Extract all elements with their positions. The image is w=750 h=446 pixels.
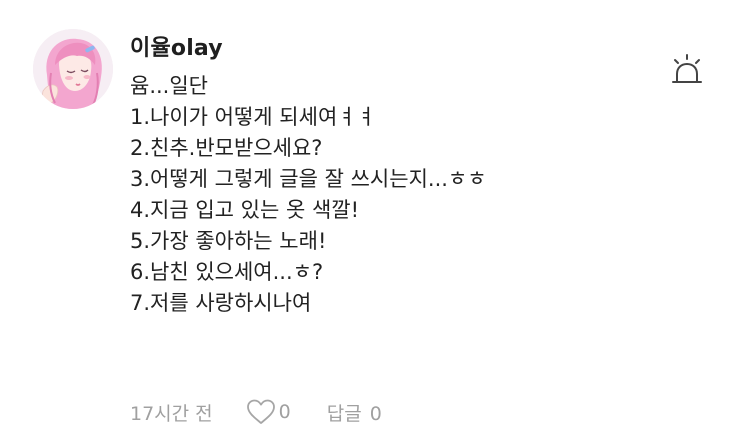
comment-line: 2.친추.반모받으세요?: [130, 136, 323, 160]
comment-line: 3.어떻게 그렇게 글을 잘 쓰시는지...ㅎㅎ: [130, 167, 487, 191]
reply-label: 답글: [326, 402, 362, 425]
comment-line: 7.저를 사랑하시나여: [130, 291, 312, 315]
comment-item: 이율olay 윰...일단 1.나이가 어떻게 되세여ㅕㅕ 2.친추.반모받으세…: [0, 0, 750, 446]
reply-count: 0: [369, 402, 382, 425]
comment-line: 4.지금 입고 있는 옷 색깔!: [130, 198, 360, 222]
comment-line: 1.나이가 어떻게 되세여ㅕㅕ: [130, 105, 376, 129]
avatar-illustration: [33, 29, 113, 109]
avatar[interactable]: [33, 29, 113, 109]
comment-meta: 17시간 전 0 답글 0: [130, 396, 382, 428]
comment-line: 윰...일단: [130, 74, 208, 98]
reply-button[interactable]: 답글 0: [327, 399, 382, 426]
comment-body: 윰...일단 1.나이가 어떻게 되세여ㅕㅕ 2.친추.반모받으세요? 3.어떻…: [130, 71, 690, 319]
heart-outline-icon: [246, 399, 275, 424]
comment-line: 5.가장 좋아하는 노래!: [130, 229, 327, 253]
like-button[interactable]: 0: [245, 398, 291, 426]
like-count: 0: [278, 401, 291, 423]
comment-line: 6.남친 있으세여...ㅎ?: [130, 260, 324, 284]
comment-author[interactable]: 이율olay: [130, 30, 223, 62]
comment-timestamp: 17시간 전: [130, 402, 213, 425]
